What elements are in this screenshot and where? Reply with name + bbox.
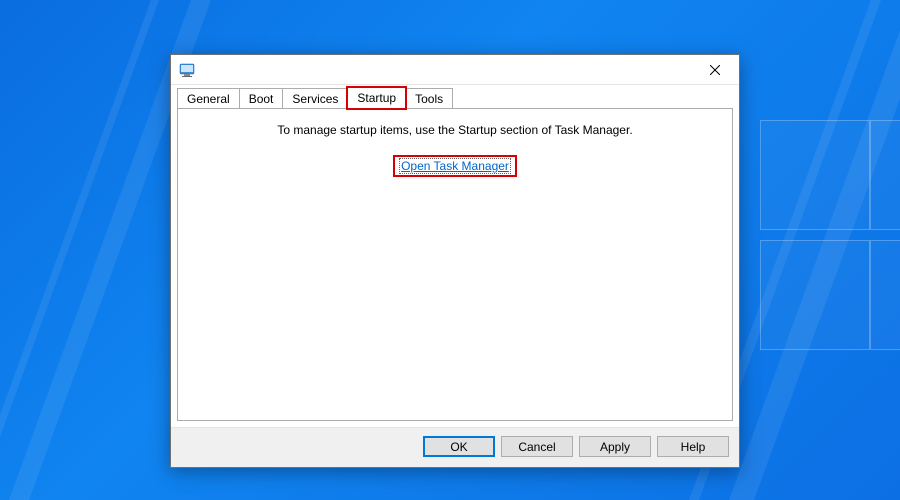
tab-services[interactable]: Services xyxy=(282,88,348,109)
link-highlight-box: Open Task Manager xyxy=(393,155,517,177)
cancel-button[interactable]: Cancel xyxy=(501,436,573,457)
tab-startup[interactable]: Startup xyxy=(347,87,406,109)
tabstrip: General Boot Services Startup Tools xyxy=(171,85,739,108)
open-task-manager-link[interactable]: Open Task Manager xyxy=(399,158,511,174)
ok-button[interactable]: OK xyxy=(423,436,495,457)
help-button[interactable]: Help xyxy=(657,436,729,457)
apply-button[interactable]: Apply xyxy=(579,436,651,457)
close-icon xyxy=(710,65,720,75)
startup-info-text: To manage startup items, use the Startup… xyxy=(178,123,732,137)
tab-general[interactable]: General xyxy=(177,88,240,109)
startup-tab-panel: To manage startup items, use the Startup… xyxy=(177,108,733,421)
titlebar[interactable] xyxy=(171,55,739,85)
msconfig-window: General Boot Services Startup Tools To m… xyxy=(170,54,740,468)
tab-boot[interactable]: Boot xyxy=(239,88,284,109)
close-button[interactable] xyxy=(695,56,735,84)
app-icon xyxy=(179,62,195,78)
dialog-button-row: OK Cancel Apply Help xyxy=(171,427,739,467)
tab-tools[interactable]: Tools xyxy=(405,88,453,109)
